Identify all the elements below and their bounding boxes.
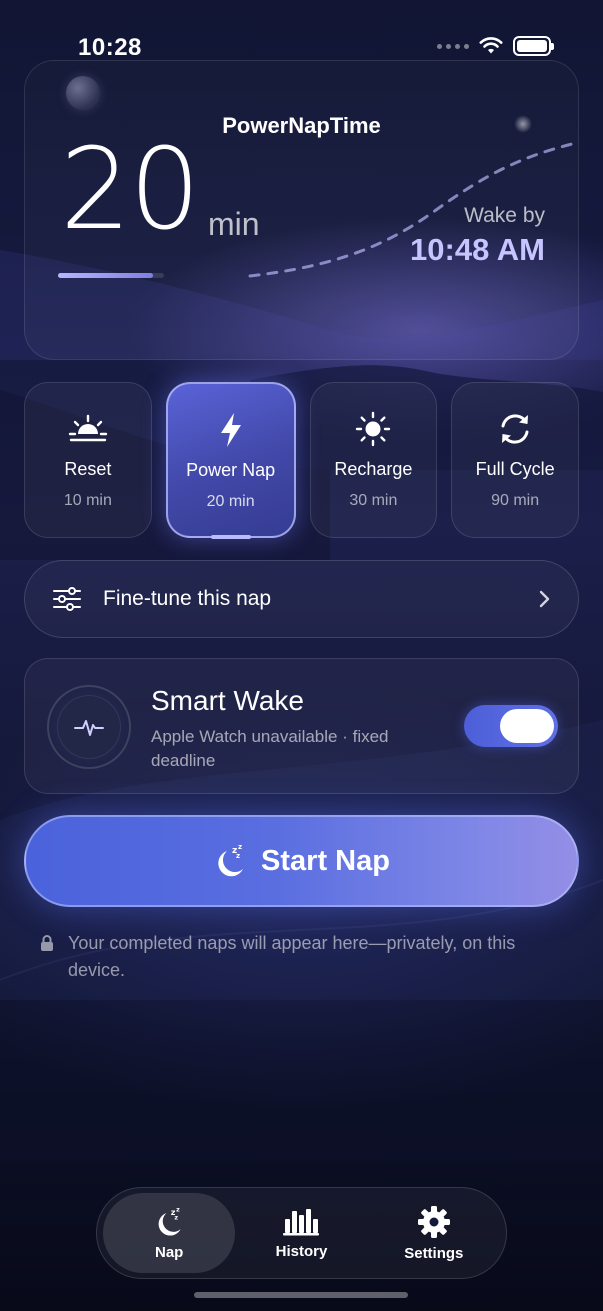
privacy-text: Your completed naps will appear here—pri…: [68, 933, 516, 980]
moon-zzz-icon: z z z: [218, 843, 244, 877]
smart-wake-card: Smart Wake Apple Watch unavailable · fix…: [24, 658, 579, 794]
nap-duration-unit: min: [208, 206, 260, 242]
svg-text:z: z: [176, 1206, 180, 1213]
cellular-signal-icon: [437, 43, 469, 49]
preset-name: Reset: [64, 459, 112, 479]
tab-label: History: [275, 1242, 328, 1260]
nap-duration-value: 20: [60, 125, 201, 255]
fine-tune-row[interactable]: Fine-tune this nap: [24, 560, 579, 638]
moon-icon: [66, 76, 100, 110]
lightning-bolt-icon: [220, 413, 241, 447]
tab-bar: z z z Nap History Settings: [96, 1187, 507, 1279]
smart-wake-subtitle: Apple Watch unavailable · fixed deadline: [151, 727, 389, 770]
sunrise-icon: [68, 414, 108, 442]
status-icons: [437, 36, 554, 56]
preset-full-cycle[interactable]: Full Cycle 90 min: [451, 382, 579, 538]
tab-nap[interactable]: z z z Nap: [103, 1193, 236, 1273]
duration-progress-bar: [58, 273, 164, 278]
preset-selector: Reset 10 min Power Nap 20 min Recharge 3…: [24, 382, 579, 539]
fine-tune-label: Fine-tune this nap: [103, 587, 272, 610]
wifi-icon: [479, 37, 503, 54]
preset-reset[interactable]: Reset 10 min: [24, 382, 152, 538]
heartbeat-icon: [74, 720, 104, 736]
preset-duration: 20 min: [206, 493, 255, 510]
home-indicator: [194, 1292, 408, 1298]
preset-name: Power Nap: [186, 460, 276, 480]
start-nap-button[interactable]: z z z Start Nap: [24, 815, 579, 907]
preset-duration: 30 min: [349, 492, 398, 509]
toggle-knob: [500, 709, 554, 743]
sun-icon: [356, 411, 391, 447]
wake-by-label: Wake by: [464, 204, 545, 227]
wake-time-value: 10:48 AM: [410, 232, 545, 267]
preset-name: Full Cycle: [475, 459, 555, 479]
moon-zzz-icon: z z z: [158, 1206, 181, 1236]
chevron-right-icon: [539, 590, 550, 608]
svg-text:z: z: [236, 852, 240, 860]
selected-indicator: [210, 535, 251, 539]
tab-settings[interactable]: Settings: [368, 1193, 500, 1273]
svg-text:z: z: [238, 843, 242, 851]
smart-wake-badge: [47, 685, 131, 769]
refresh-cycle-icon: [501, 414, 529, 444]
battery-icon: [513, 36, 554, 56]
bar-chart-icon: [283, 1208, 320, 1235]
lock-icon: [41, 935, 53, 951]
tab-history[interactable]: History: [235, 1193, 367, 1273]
privacy-note: Your completed naps will appear here—pri…: [40, 930, 560, 984]
tab-label: Settings: [404, 1244, 464, 1262]
preset-power-nap[interactable]: Power Nap 20 min: [165, 382, 296, 539]
preset-duration: 90 min: [491, 492, 540, 509]
smart-wake-title: Smart Wake: [151, 685, 304, 716]
duration-progress-fill: [58, 273, 154, 278]
preset-name: Recharge: [334, 459, 413, 479]
status-time: 10:28: [78, 34, 142, 61]
smart-wake-toggle[interactable]: [464, 705, 558, 747]
svg-text:z: z: [174, 1214, 178, 1221]
preset-duration: 10 min: [63, 492, 112, 509]
tab-label: Nap: [154, 1243, 184, 1261]
preset-recharge[interactable]: Recharge 30 min: [309, 382, 438, 538]
start-nap-label: Start Nap: [261, 844, 390, 877]
sliders-icon: [53, 587, 81, 611]
gear-icon: [417, 1205, 450, 1238]
